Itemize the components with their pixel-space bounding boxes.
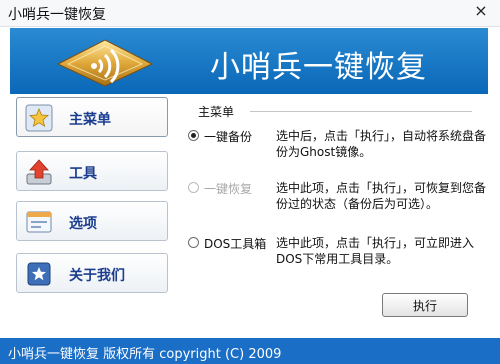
restore-radio[interactable]: [188, 182, 199, 193]
nav-about-button[interactable]: 关于我们: [16, 253, 168, 293]
main-panel: 主菜单 一键备份 选中后，点击「执行」，自动将系统盘备份为Ghost镜像。 一键…: [180, 95, 488, 334]
option-label: 一键恢复: [204, 182, 253, 196]
status-text: 小哨兵一键恢复 版权所有 copyright (C) 2009: [8, 347, 282, 362]
group-divider: [250, 111, 472, 113]
option-backup[interactable]: 一键备份 选中后，点击「执行」，自动将系统盘备份为Ghost镜像。: [188, 128, 488, 162]
option-dos-toolbox[interactable]: DOS工具箱 选中此项，点击「执行」，可立即进入DOS下常用工具目录。: [188, 235, 488, 269]
header-banner: 小哨兵一键恢复: [10, 28, 488, 94]
upload-arrow-icon: [26, 159, 52, 185]
backup-radio[interactable]: [188, 130, 199, 141]
star-icon: [25, 104, 53, 132]
option-description: 选中此项，点击「执行」，可立即进入DOS下常用工具目录。: [276, 236, 475, 266]
nav-label: 工具: [69, 166, 97, 182]
nav-options-button[interactable]: 选项: [16, 201, 168, 241]
nav-label: 主菜单: [69, 112, 111, 128]
nav-label: 关于我们: [69, 268, 125, 284]
logo-icon: [56, 39, 154, 87]
dos-toolbox-radio[interactable]: [188, 237, 199, 248]
banner-title: 小哨兵一键恢复: [210, 50, 427, 85]
status-bar: 小哨兵一键恢复 版权所有 copyright (C) 2009: [0, 338, 500, 364]
execute-button[interactable]: 执行: [382, 293, 468, 317]
app-window: 小哨兵一键恢复 × 小哨兵一键恢复 主菜单 工具 选项 关于我们 主菜单 一键备…: [0, 0, 500, 364]
nav-tools-button[interactable]: 工具: [16, 151, 168, 191]
option-restore[interactable]: 一键恢复 选中此项，点击「执行」，可恢复到您备份过的状态（备份后为可选）。: [188, 180, 488, 214]
sidebar: 主菜单 工具 选项 关于我们: [10, 95, 170, 334]
close-icon[interactable]: ×: [472, 2, 490, 20]
window-title: 小哨兵一键恢复: [8, 7, 106, 23]
window-icon: [26, 211, 52, 233]
badge-star-icon: [27, 262, 51, 286]
nav-label: 选项: [69, 216, 97, 232]
group-title: 主菜单: [198, 105, 235, 119]
option-label: DOS工具箱: [204, 237, 267, 251]
option-label: 一键备份: [204, 130, 253, 144]
nav-main-menu-button[interactable]: 主菜单: [16, 97, 168, 137]
option-description: 选中此项，点击「执行」，可恢复到您备份过的状态（备份后为可选）。: [276, 181, 487, 211]
option-description: 选中后，点击「执行」，自动将系统盘备份为Ghost镜像。: [276, 129, 487, 159]
title-bar: 小哨兵一键恢复 ×: [0, 0, 500, 27]
